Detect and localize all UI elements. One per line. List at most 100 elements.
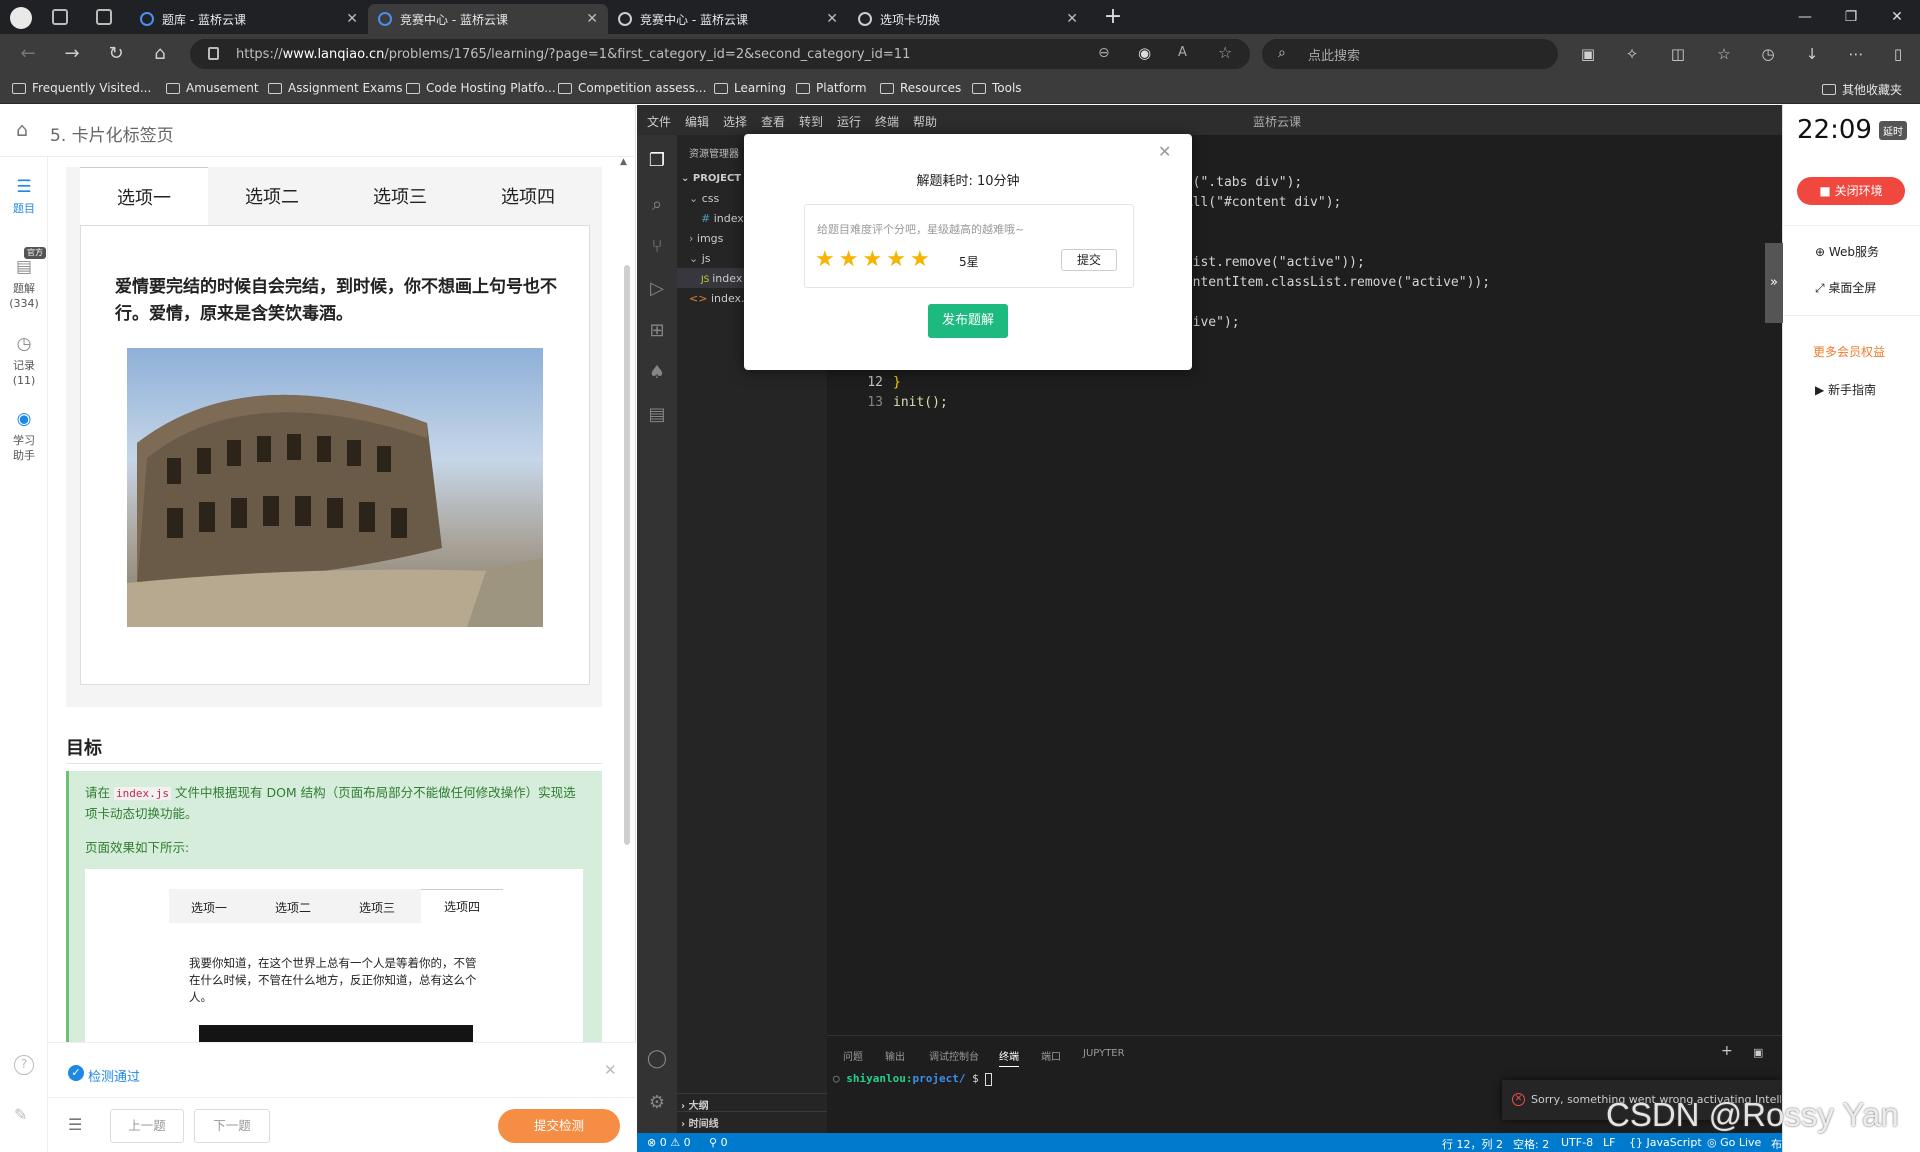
close-tab-icon[interactable]: ✕ bbox=[346, 11, 358, 27]
run-debug-icon[interactable]: ▷ bbox=[645, 277, 669, 301]
tab-actions-icon[interactable] bbox=[96, 9, 112, 25]
status-ports[interactable]: ⚲ 0 bbox=[709, 1136, 728, 1149]
close-tab-icon[interactable]: ✕ bbox=[1066, 11, 1078, 27]
status-eol[interactable]: LF bbox=[1603, 1136, 1615, 1149]
prev-button[interactable]: 上一题 bbox=[110, 1109, 184, 1143]
status-encoding[interactable]: UTF-8 bbox=[1561, 1136, 1593, 1149]
star-icon[interactable]: ★ bbox=[886, 247, 910, 272]
new-tab-icon[interactable]: + bbox=[1100, 4, 1126, 30]
modal-close-icon[interactable]: ✕ bbox=[1158, 142, 1171, 161]
bookmark-folder[interactable]: Amusement bbox=[166, 81, 259, 95]
rating-submit-button[interactable]: 提交 bbox=[1061, 249, 1117, 271]
tree-item-index-html[interactable]: <> index.h bbox=[689, 292, 752, 305]
new-terminal-icon[interactable]: + bbox=[1721, 1043, 1733, 1059]
menu-help[interactable]: 帮助 bbox=[913, 113, 937, 130]
minimize-icon[interactable]: — bbox=[1782, 0, 1828, 34]
extensions-icon[interactable]: ⊞ bbox=[645, 319, 669, 343]
panel-tab-ports[interactable]: 端口 bbox=[1041, 1048, 1061, 1063]
preview-tab-4[interactable]: 选项四 bbox=[421, 889, 503, 923]
demo-tab-1[interactable]: 选项一 bbox=[80, 167, 208, 225]
close-check-icon[interactable]: ✕ bbox=[604, 1061, 617, 1079]
side-nav-records[interactable]: ◷ 记录 (11) bbox=[0, 334, 48, 388]
history-icon[interactable]: ◷ bbox=[1756, 42, 1780, 66]
bookmark-folder[interactable]: Learning bbox=[714, 81, 786, 95]
scroll-up-icon[interactable]: ▲ bbox=[620, 157, 627, 167]
preview-tab-1[interactable]: 选项一 bbox=[191, 899, 227, 916]
home-icon[interactable]: ⌂ bbox=[148, 42, 172, 66]
status-language[interactable]: {} JavaScript bbox=[1629, 1136, 1702, 1149]
status-problems[interactable]: ⊗ 0 ⚠ 0 bbox=[647, 1136, 691, 1149]
project-header[interactable]: ⌄ PROJECT bbox=[681, 173, 741, 184]
submit-check-button[interactable]: 提交检测 bbox=[498, 1109, 620, 1143]
forward-icon[interactable]: → bbox=[60, 42, 84, 66]
help-icon[interactable]: ? bbox=[14, 1055, 34, 1075]
home-icon[interactable]: ⌂ bbox=[16, 119, 28, 141]
demo-tab-4[interactable]: 选项四 bbox=[464, 167, 592, 225]
restore-icon[interactable]: ❐ bbox=[1828, 0, 1874, 34]
lock-icon[interactable] bbox=[208, 47, 219, 60]
more-icon[interactable]: ⋯ bbox=[1844, 42, 1868, 66]
guide-button[interactable]: ▶ 新手指南 bbox=[1815, 381, 1876, 398]
explorer-icon[interactable]: ❐ bbox=[645, 149, 669, 173]
web-service-button[interactable]: ⊕ Web服务 bbox=[1815, 243, 1879, 260]
read-aloud-icon[interactable]: A bbox=[1178, 45, 1187, 60]
menu-selection[interactable]: 选择 bbox=[723, 113, 747, 130]
close-env-button[interactable]: ■ 关闭环境 bbox=[1797, 177, 1905, 205]
menu-run[interactable]: 运行 bbox=[837, 113, 861, 130]
star-icon[interactable]: ★ bbox=[862, 247, 886, 272]
problem-list-icon[interactable]: ☰ bbox=[68, 1115, 82, 1134]
star-icon[interactable]: ★ bbox=[839, 247, 863, 272]
browser-tab-4[interactable]: 选项卡切换 ✕ bbox=[848, 4, 1088, 34]
preview-tab-3[interactable]: 选项三 bbox=[359, 899, 395, 916]
menu-file[interactable]: 文件 bbox=[647, 113, 671, 130]
back-icon[interactable]: ← bbox=[16, 42, 40, 66]
close-window-icon[interactable]: ✕ bbox=[1874, 0, 1920, 34]
side-nav-problem[interactable]: ☰ 题目 bbox=[0, 177, 48, 216]
tree-item-js[interactable]: ⌄ js bbox=[689, 252, 711, 265]
bookmark-folder[interactable]: Assignment Exams bbox=[268, 81, 402, 95]
panel-tab-debug-console[interactable]: 调试控制台 bbox=[929, 1048, 979, 1063]
bookmark-folder[interactable]: Tools bbox=[972, 81, 1022, 95]
extension-icon[interactable]: ▣ bbox=[1576, 42, 1600, 66]
collapse-handle-icon[interactable]: » bbox=[1765, 243, 1783, 323]
close-tab-icon[interactable]: ✕ bbox=[826, 11, 838, 27]
side-nav-assistant[interactable]: ◉ 学习助手 bbox=[0, 409, 48, 463]
preview-tab-2[interactable]: 选项二 bbox=[275, 899, 311, 916]
tree-item-css[interactable]: ⌄ css bbox=[689, 192, 719, 205]
status-layout[interactable]: 布 bbox=[1771, 1136, 1782, 1152]
browser-tab-1[interactable]: 题库 - 蓝桥云课 ✕ bbox=[130, 4, 368, 34]
tree-item-css-index[interactable]: # index bbox=[701, 212, 744, 225]
edge-icon[interactable]: ◉ bbox=[1138, 44, 1151, 62]
refresh-icon[interactable]: ↻ bbox=[104, 42, 128, 66]
favorites-icon[interactable]: ☆ bbox=[1712, 42, 1736, 66]
outline-section[interactable]: › 大纲 bbox=[677, 1093, 827, 1112]
book-icon[interactable]: ▤ bbox=[645, 403, 669, 427]
status-go-live[interactable]: ◎ Go Live bbox=[1707, 1136, 1761, 1149]
download-icon[interactable]: ↓ bbox=[1800, 42, 1824, 66]
panel-tab-jupyter[interactable]: JUPYTER bbox=[1083, 1048, 1125, 1059]
star-icon[interactable]: ★ bbox=[910, 247, 934, 272]
tree-item-imgs[interactable]: › imgs bbox=[689, 232, 723, 245]
other-bookmarks[interactable]: 其他收藏夹 bbox=[1822, 81, 1902, 98]
close-tab-icon[interactable]: ✕ bbox=[586, 11, 598, 27]
panel-tab-output[interactable]: 输出 bbox=[885, 1048, 905, 1063]
workspaces-icon[interactable] bbox=[52, 9, 68, 25]
terminal-prompt-line[interactable]: ○ shiyanlou:project/ $ bbox=[833, 1072, 993, 1086]
browser-tab-2[interactable]: 竞赛中心 - 蓝桥云课 ✕ bbox=[368, 4, 608, 34]
menu-edit[interactable]: 编辑 bbox=[685, 113, 709, 130]
next-button[interactable]: 下一题 bbox=[194, 1109, 270, 1143]
zoom-icon[interactable]: ⊖ bbox=[1098, 45, 1110, 61]
more-rights-link[interactable]: 更多会员权益 bbox=[1813, 343, 1885, 360]
status-indent[interactable]: 空格: 2 bbox=[1513, 1136, 1549, 1152]
menu-go[interactable]: 转到 bbox=[799, 113, 823, 130]
bookmark-folder[interactable]: Frequently Visited... bbox=[12, 81, 151, 95]
account-icon[interactable]: ◯ bbox=[645, 1047, 669, 1071]
panel-tab-problems[interactable]: 问题 bbox=[843, 1048, 863, 1063]
search-icon[interactable]: ⌕ bbox=[645, 193, 669, 217]
bookmark-folder[interactable]: Competition assess... bbox=[558, 81, 706, 95]
demo-tab-2[interactable]: 选项二 bbox=[208, 167, 336, 225]
url-field[interactable]: https://www.lanqiao.cn/problems/1765/lea… bbox=[190, 39, 1250, 69]
publish-solution-button[interactable]: 发布题解 bbox=[928, 304, 1008, 338]
fullscreen-button[interactable]: ⤢ 桌面全屏 bbox=[1815, 279, 1876, 296]
star-rating[interactable]: ★★★★★ bbox=[815, 247, 934, 272]
